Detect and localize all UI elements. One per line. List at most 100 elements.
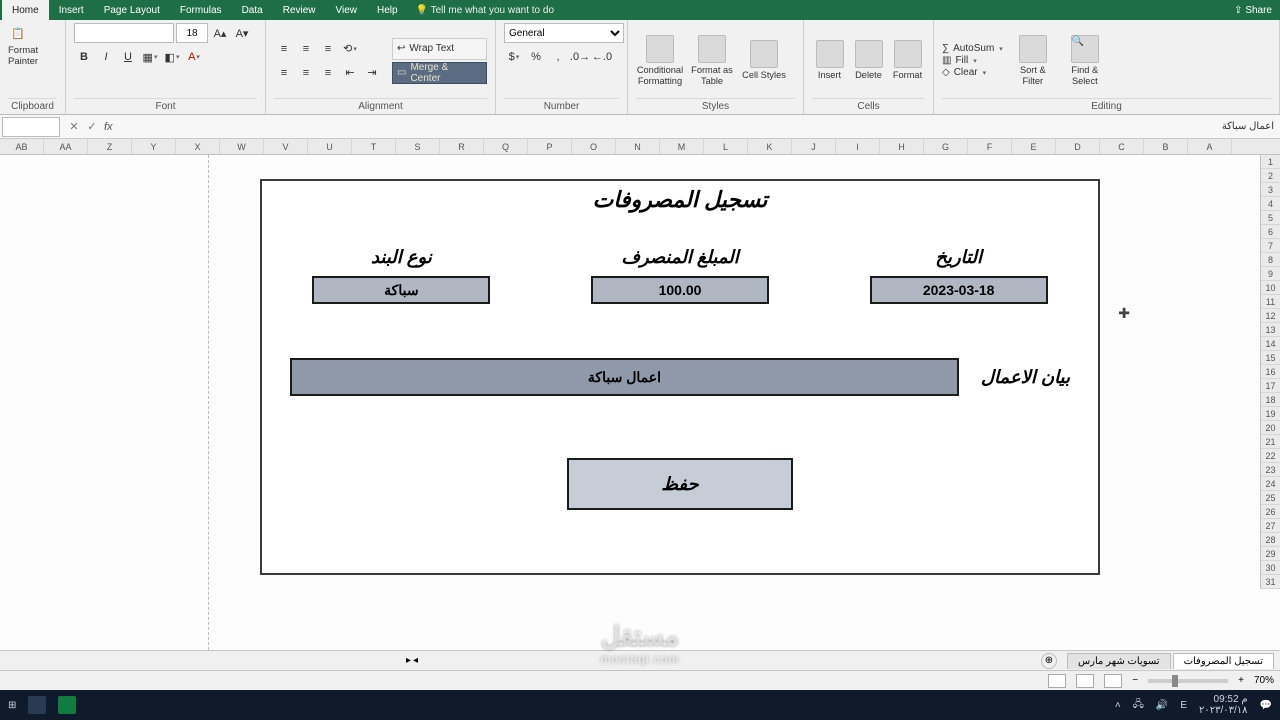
wrap-text-button[interactable]: ↩ Wrap Text (392, 38, 487, 60)
row-header[interactable]: 29 (1261, 547, 1280, 561)
sheet-nav-next-icon[interactable]: ▸ (406, 655, 411, 666)
row-header[interactable]: 15 (1261, 351, 1280, 365)
column-header[interactable]: K (748, 139, 792, 154)
conditional-formatting-button[interactable]: Conditional Formatting (636, 30, 684, 92)
column-headers[interactable]: ABAAZYXWVUTSRQPONMLKJIHGFEDCBA (0, 139, 1280, 155)
sheet-tab-active[interactable]: تسجيل المصروفات (1173, 653, 1274, 669)
description-input[interactable]: اعمال سباكة (290, 358, 959, 396)
tab-data[interactable]: Data (232, 0, 273, 20)
row-header[interactable]: 23 (1261, 463, 1280, 477)
page-layout-view-button[interactable] (1076, 674, 1094, 688)
align-left-button[interactable]: ≡ (274, 63, 294, 83)
row-header[interactable]: 30 (1261, 561, 1280, 575)
worksheet-area[interactable]: تسجيل المصروفات التاريخ 2023-03-18 المبل… (0, 155, 1280, 650)
font-size-input[interactable] (176, 23, 208, 43)
underline-button[interactable]: U (118, 47, 138, 67)
column-header[interactable]: P (528, 139, 572, 154)
excel-taskbar-icon[interactable] (58, 696, 76, 714)
cell-styles-button[interactable]: Cell Styles (740, 30, 788, 92)
align-center-button[interactable]: ≡ (296, 63, 316, 83)
row-header[interactable]: 19 (1261, 407, 1280, 421)
increase-decimal-button[interactable]: .0→ (570, 47, 590, 67)
align-top-button[interactable]: ≡ (274, 39, 294, 59)
tab-view[interactable]: View (325, 0, 367, 20)
row-header[interactable]: 28 (1261, 533, 1280, 547)
row-header[interactable]: 18 (1261, 393, 1280, 407)
row-header[interactable]: 4 (1261, 197, 1280, 211)
autosum-button[interactable]: ∑ AutoSum▾ (942, 43, 1003, 54)
tray-chevron-icon[interactable]: ˄ (1115, 700, 1121, 711)
row-headers[interactable]: 1234567891011121314151617181920212223242… (1260, 155, 1280, 589)
row-header[interactable]: 16 (1261, 365, 1280, 379)
delete-cells-button[interactable]: Delete (851, 30, 886, 92)
sheet-nav-prev-icon[interactable]: ◂ (413, 655, 418, 666)
format-painter-button[interactable]: Format Painter (8, 45, 57, 67)
column-header[interactable]: G (924, 139, 968, 154)
number-format-select[interactable]: General (504, 23, 624, 43)
row-header[interactable]: 11 (1261, 295, 1280, 309)
column-header[interactable]: Y (132, 139, 176, 154)
taskbar-clock[interactable]: 09:52 م ٢٠٢٣/٠٣/١٨ (1199, 694, 1248, 716)
font-color-button[interactable]: A▾ (184, 47, 204, 67)
file-explorer-icon[interactable] (28, 696, 46, 714)
bold-button[interactable]: B (74, 47, 94, 67)
borders-button[interactable]: ▦▾ (140, 47, 160, 67)
column-header[interactable]: J (792, 139, 836, 154)
zoom-in-button[interactable]: + (1238, 675, 1244, 686)
find-select-button[interactable]: 🔍Find & Select (1063, 30, 1107, 92)
row-header[interactable]: 14 (1261, 337, 1280, 351)
increase-indent-button[interactable]: ⇥ (362, 63, 382, 83)
column-header[interactable]: X (176, 139, 220, 154)
name-box[interactable] (2, 117, 60, 137)
date-input[interactable]: 2023-03-18 (870, 276, 1048, 304)
zoom-level[interactable]: 70% (1254, 675, 1274, 686)
column-header[interactable]: E (1012, 139, 1056, 154)
row-header[interactable]: 1 (1261, 155, 1280, 169)
row-header[interactable]: 17 (1261, 379, 1280, 393)
row-header[interactable]: 22 (1261, 449, 1280, 463)
column-header[interactable]: Q (484, 139, 528, 154)
comma-button[interactable]: , (548, 47, 568, 67)
row-header[interactable]: 2 (1261, 169, 1280, 183)
volume-icon[interactable]: 🔊 (1156, 700, 1168, 711)
zoom-slider[interactable] (1148, 679, 1228, 683)
cancel-formula-icon[interactable]: ✕ (66, 120, 82, 133)
task-view-icon[interactable]: ⊞ (8, 700, 16, 711)
column-header[interactable]: Z (88, 139, 132, 154)
zoom-out-button[interactable]: − (1132, 675, 1138, 686)
decrease-font-button[interactable]: A▾ (232, 23, 252, 43)
column-header[interactable]: O (572, 139, 616, 154)
column-header[interactable]: W (220, 139, 264, 154)
column-header[interactable]: N (616, 139, 660, 154)
column-header[interactable]: M (660, 139, 704, 154)
column-header[interactable]: AB (0, 139, 44, 154)
row-header[interactable]: 26 (1261, 505, 1280, 519)
row-header[interactable]: 31 (1261, 575, 1280, 589)
notifications-icon[interactable]: 💬 (1260, 700, 1272, 711)
row-header[interactable]: 8 (1261, 253, 1280, 267)
merge-center-button[interactable]: ▭ Merge & Center▾ (392, 62, 487, 84)
column-header[interactable]: C (1100, 139, 1144, 154)
row-header[interactable]: 12 (1261, 309, 1280, 323)
enter-formula-icon[interactable]: ✓ (84, 120, 100, 133)
row-header[interactable]: 13 (1261, 323, 1280, 337)
save-button[interactable]: حفظ (567, 458, 793, 510)
tab-page-layout[interactable]: Page Layout (94, 0, 170, 20)
align-bottom-button[interactable]: ≡ (318, 39, 338, 59)
column-header[interactable]: S (396, 139, 440, 154)
type-input[interactable]: سباكة (312, 276, 490, 304)
row-header[interactable]: 6 (1261, 225, 1280, 239)
new-sheet-button[interactable]: ⊕ (1041, 653, 1057, 669)
column-header[interactable]: V (264, 139, 308, 154)
network-icon[interactable]: 🖧 (1133, 697, 1144, 714)
copy-button[interactable]: 📋 (8, 23, 28, 43)
tab-review[interactable]: Review (273, 0, 326, 20)
tab-formulas[interactable]: Formulas (170, 0, 232, 20)
decrease-decimal-button[interactable]: ←.0 (592, 47, 612, 67)
sort-filter-button[interactable]: Sort & Filter (1011, 30, 1055, 92)
row-header[interactable]: 3 (1261, 183, 1280, 197)
clear-button[interactable]: ◇ Clear▾ (942, 67, 1003, 78)
row-header[interactable]: 5 (1261, 211, 1280, 225)
column-header[interactable]: AA (44, 139, 88, 154)
column-header[interactable]: R (440, 139, 484, 154)
